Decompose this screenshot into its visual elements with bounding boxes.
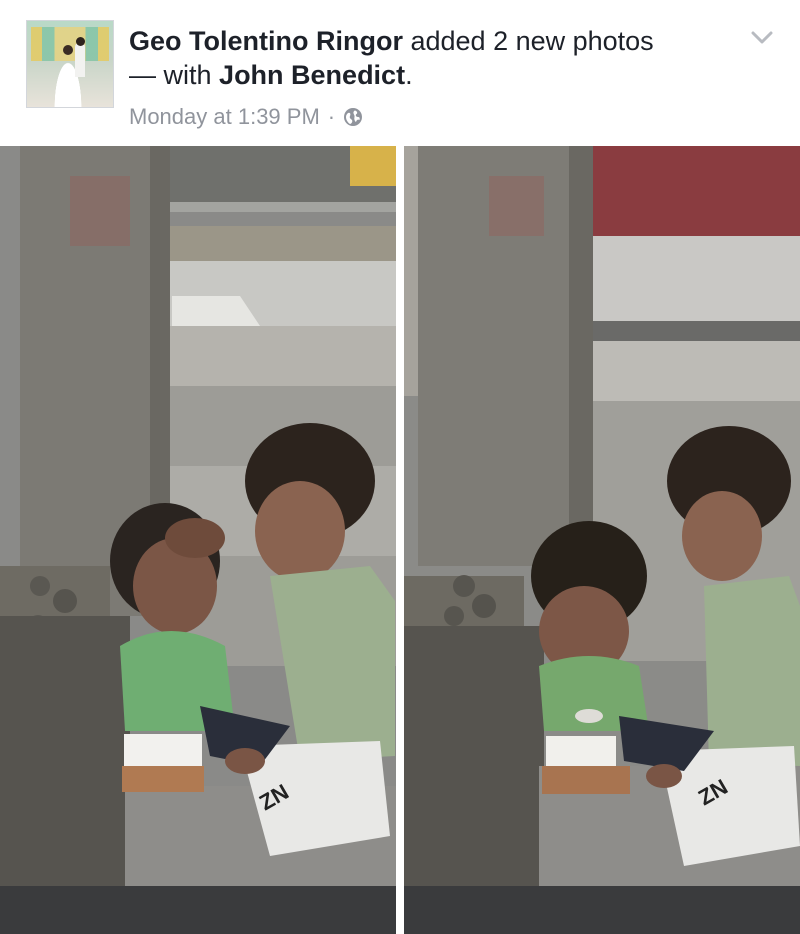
post-photo-2[interactable]: ZN	[404, 146, 800, 934]
with-text: — with	[129, 60, 212, 90]
post-photo-1[interactable]: ZN	[0, 146, 396, 934]
post-meta: Monday at 1:39 PM ·	[129, 102, 363, 132]
avatar-groom-head	[76, 37, 85, 46]
avatar-groom	[75, 43, 85, 77]
post-timestamp[interactable]: Monday at 1:39 PM	[129, 102, 320, 132]
action-text: added 2 new photos	[410, 26, 654, 56]
chevron-down-icon[interactable]	[750, 30, 774, 46]
tagged-suffix: .	[405, 60, 413, 90]
photo-1-image: ZN	[0, 146, 396, 934]
author-avatar[interactable]	[26, 20, 114, 108]
avatar-bride-head	[63, 45, 73, 55]
feed-post: Geo Tolentino Ringor added 2 new photos …	[0, 0, 800, 934]
tagged-name-link[interactable]: John Benedict	[219, 60, 405, 90]
post-headline: Geo Tolentino Ringor added 2 new photos …	[129, 24, 729, 92]
photo-grid: ZN ZN	[0, 146, 800, 934]
post-header: Geo Tolentino Ringor added 2 new photos …	[0, 0, 800, 146]
author-name-link[interactable]: Geo Tolentino Ringor	[129, 26, 403, 56]
photo-2-image: ZN	[404, 146, 800, 934]
globe-icon[interactable]	[343, 107, 363, 127]
meta-separator: ·	[327, 104, 336, 129]
